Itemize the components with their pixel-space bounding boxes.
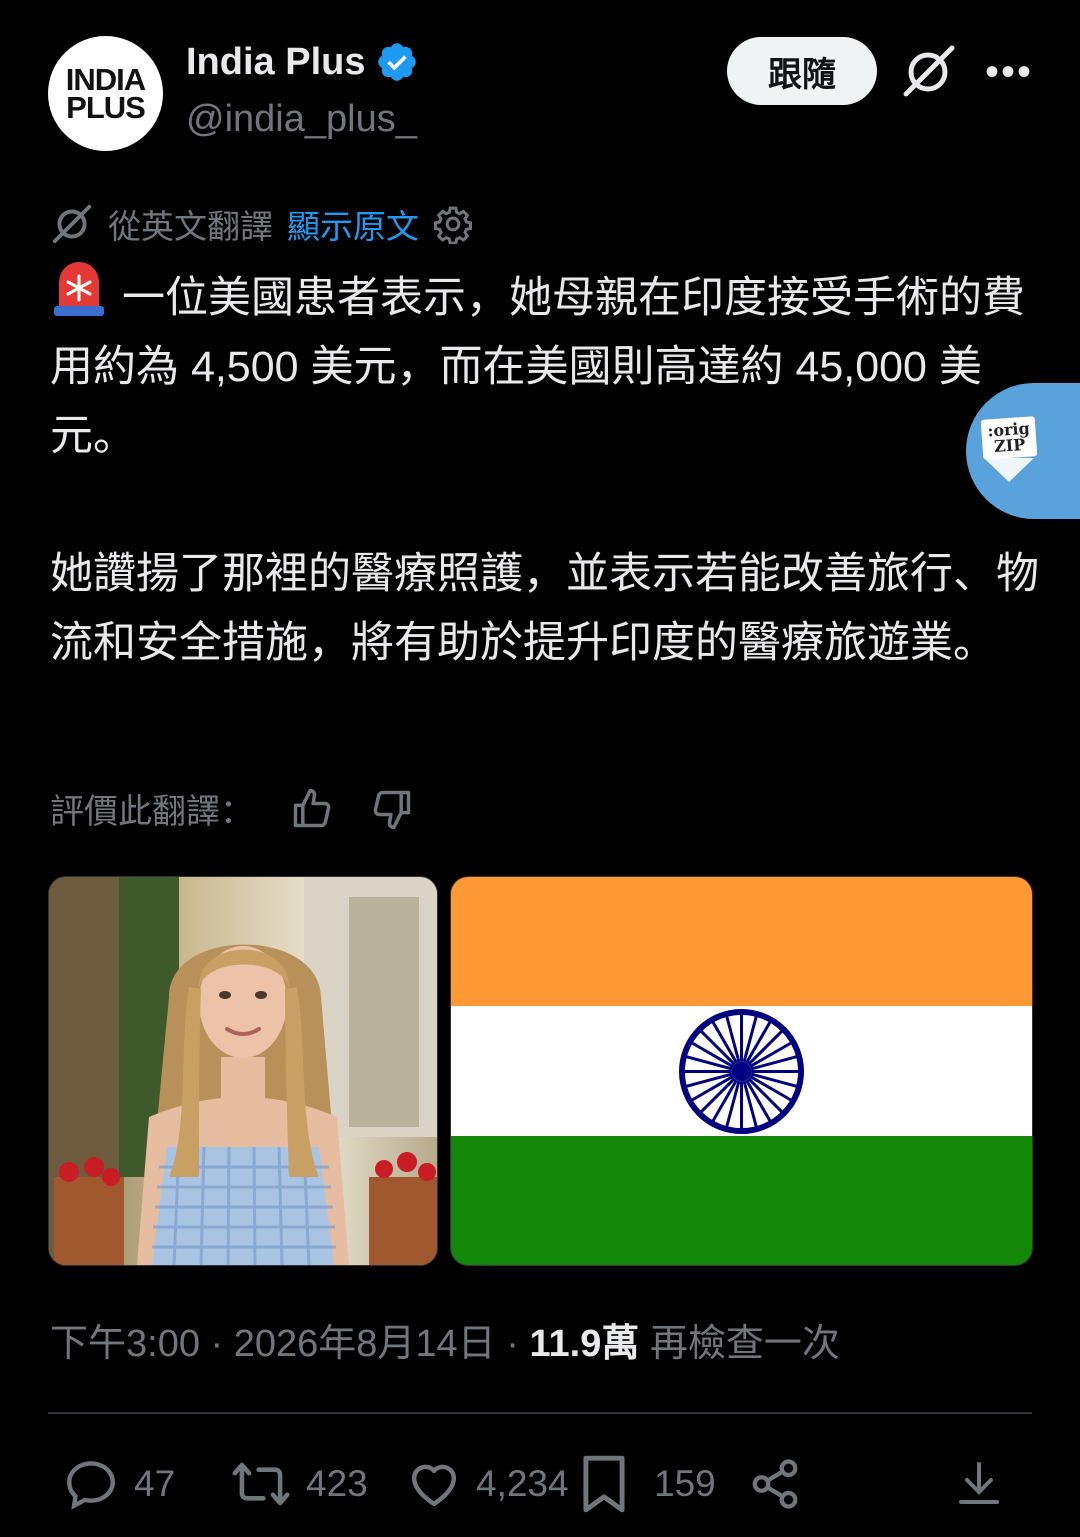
repost-icon (232, 1462, 290, 1506)
translated-from-label: 從英文翻譯 (108, 208, 273, 245)
recheck-link[interactable]: 再檢查一次 (650, 1323, 840, 1365)
download-icon (959, 1462, 999, 1504)
display-name-row[interactable]: India Plus (186, 40, 419, 84)
repost-button[interactable]: 423 (230, 1452, 368, 1516)
more-options-icon[interactable]: ••• (985, 50, 1033, 95)
grok-icon[interactable] (900, 44, 956, 100)
like-button[interactable]: 4,234 (406, 1452, 569, 1516)
photo-woman[interactable] (48, 876, 438, 1266)
tweet-paragraph-1-text: 一位美國患者表示，她母親在印度接受手術的費用約為 4,500 美元，而在美國則高… (50, 274, 1025, 460)
ashoka-chakra-icon (678, 1008, 805, 1135)
view-count: 11.9萬 (529, 1323, 640, 1365)
rate-translation-label: 評價此翻譯： (50, 793, 254, 831)
divider (48, 1412, 1032, 1414)
download-button[interactable] (955, 1452, 1003, 1516)
share-button[interactable] (748, 1452, 802, 1516)
zip-tag-line2: ZIP (993, 434, 1026, 457)
avatar-text-line2: PLUS (66, 89, 146, 125)
bookmark-button[interactable]: 159 (578, 1452, 716, 1516)
share-icon (752, 1459, 798, 1509)
tweet-paragraph-2: 她讚揚了那裡的醫療照護，並表示若能改善旅行、物流和安全措施，將有助於提升印度的醫… (50, 550, 1039, 667)
reply-button[interactable]: 47 (62, 1452, 175, 1516)
follow-button[interactable]: 跟隨 (727, 37, 877, 105)
gear-icon[interactable] (433, 204, 473, 244)
woman-photo-illustration (49, 877, 437, 1265)
display-name[interactable]: India Plus (186, 41, 365, 84)
bookmark-icon (583, 1455, 625, 1513)
tweet-paragraph-1: 一位美國患者表示，她母親在印度接受手術的費用約為 4,500 美元，而在美國則高… (50, 262, 1040, 471)
heart-icon (411, 1464, 457, 1507)
bookmark-count: 159 (654, 1463, 716, 1504)
show-original-link[interactable]: 顯示原文 (287, 200, 419, 248)
siren-emoji-icon (54, 262, 104, 316)
translation-bar: 從英文翻譯 顯示原文 (50, 200, 473, 248)
reply-count: 47 (134, 1463, 176, 1504)
like-count: 4,234 (476, 1463, 569, 1504)
user-handle[interactable]: @india_plus_ (186, 98, 417, 141)
thumbs-up-icon[interactable] (290, 787, 334, 831)
flag-green-stripe (451, 1136, 1032, 1265)
download-arrow-icon (984, 458, 1034, 482)
zip-tag: :orig ZIP (980, 416, 1038, 460)
verified-badge-icon (378, 43, 417, 81)
tweet-meta: 下午3:00 · 2026年8月14日 · 11.9萬 再檢查一次 (50, 1323, 840, 1365)
tweet-text: 一位美國患者表示，她母親在印度接受手術的費用約為 4,500 美元，而在美國則高… (50, 262, 1040, 678)
tweet-time[interactable]: 下午3:00 (50, 1323, 200, 1365)
reply-icon (67, 1461, 115, 1510)
tweet-date[interactable]: 2026年8月14日 (234, 1323, 496, 1365)
flag-saffron-stripe (451, 877, 1032, 1006)
repost-count: 423 (306, 1463, 368, 1504)
avatar[interactable]: INDIA PLUS (48, 36, 163, 151)
grok-translate-icon (52, 204, 92, 244)
thumbs-down-icon[interactable] (370, 787, 414, 831)
rate-translation-row: 評價此翻譯： (50, 784, 414, 833)
india-flag-image[interactable] (450, 876, 1033, 1266)
